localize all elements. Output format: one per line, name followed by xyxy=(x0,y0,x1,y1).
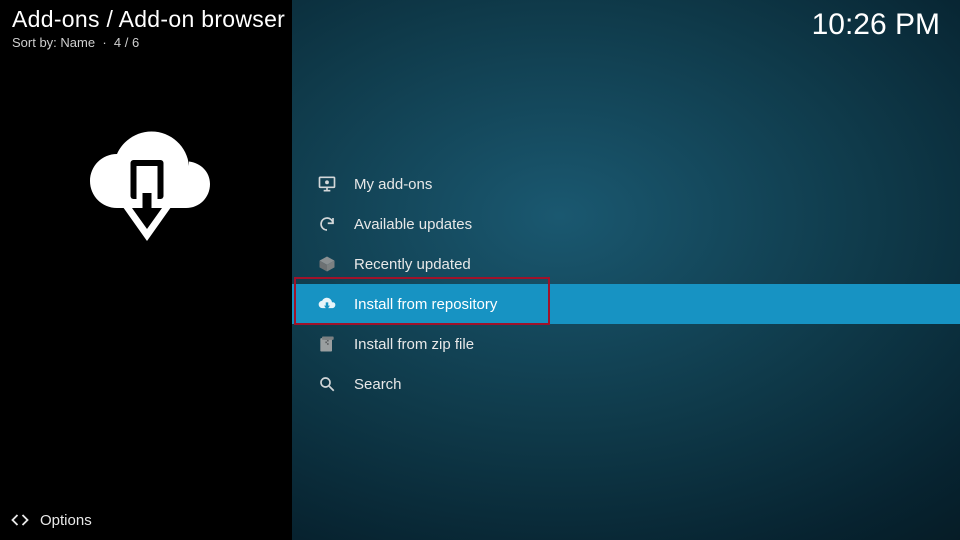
clock: 10:26 PM xyxy=(812,8,940,42)
menu-item-install-from-zip[interactable]: Install from zip file xyxy=(292,324,960,364)
sort-value: Name xyxy=(60,35,95,50)
header: Add-ons / Add-on browser Sort by: Name ·… xyxy=(12,6,285,50)
menu-item-label: Install from repository xyxy=(354,296,497,313)
refresh-icon xyxy=(316,213,338,235)
list-position: 4 / 6 xyxy=(114,35,139,50)
sidebar xyxy=(0,0,292,540)
menu-item-recently-updated[interactable]: Recently updated xyxy=(292,244,960,284)
search-icon xyxy=(316,373,338,395)
box-icon xyxy=(316,253,338,275)
menu-item-available-updates[interactable]: Available updates xyxy=(292,204,960,244)
options-label: Options xyxy=(40,512,92,529)
cloud-download-icon xyxy=(316,293,338,315)
monitor-icon xyxy=(316,173,338,195)
options-button[interactable]: Options xyxy=(10,510,92,530)
menu-item-label: Available updates xyxy=(354,216,472,233)
menu-item-label: My add-ons xyxy=(354,176,432,193)
sort-line: Sort by: Name · 4 / 6 xyxy=(12,35,285,50)
menu-item-label: Recently updated xyxy=(354,256,471,273)
main-panel: My add-ons Available updates Recently up… xyxy=(292,0,960,540)
menu-item-label: Search xyxy=(354,376,402,393)
menu-list: My add-ons Available updates Recently up… xyxy=(292,164,960,404)
options-icon xyxy=(10,510,30,530)
zip-icon xyxy=(316,333,338,355)
breadcrumb: Add-ons / Add-on browser xyxy=(12,6,285,33)
menu-item-my-addons[interactable]: My add-ons xyxy=(292,164,960,204)
menu-item-search[interactable]: Search xyxy=(292,364,960,404)
menu-item-label: Install from zip file xyxy=(354,336,474,353)
menu-item-install-from-repository[interactable]: Install from repository xyxy=(292,284,960,324)
cloud-download-large-icon xyxy=(72,106,222,256)
sort-label: Sort by: xyxy=(12,35,57,50)
